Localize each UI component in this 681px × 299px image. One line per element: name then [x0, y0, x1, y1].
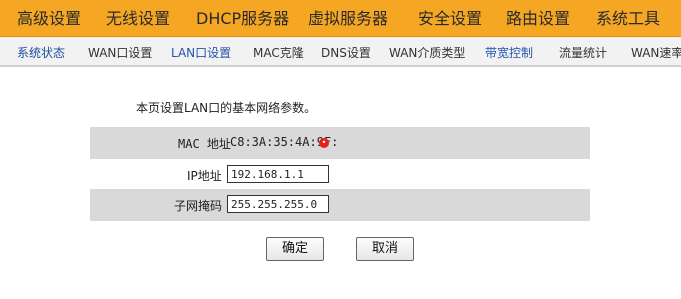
ip-address-row: IP地址 [90, 159, 590, 191]
top-menu-bar: 高级设置 无线设置 DHCP服务器 虚拟服务器 安全设置 路由设置 系统工具 [0, 0, 681, 37]
lan-settings-panel: 本页设置LAN口的基本网络参数。 MAC 地址 C8:3A:35:4A:9F: … [3, 67, 678, 299]
sub-menu-wan-media-type[interactable]: WAN介质类型 [389, 45, 465, 61]
menu-advanced-settings[interactable]: 高级设置 [17, 8, 81, 30]
menu-system-tools[interactable]: 系统工具 [596, 8, 660, 30]
ip-address-label: IP地址 [187, 169, 222, 183]
ip-address-input[interactable] [227, 165, 329, 183]
subnet-mask-label: 子网掩码 [174, 199, 223, 213]
sub-menu-system-status[interactable]: 系统状态 [17, 45, 65, 61]
cancel-button[interactable]: 取消 [356, 237, 414, 261]
sub-menu-wan-speed[interactable]: WAN速率 [631, 45, 681, 61]
sub-menu-lan-settings[interactable]: LAN口设置 [171, 45, 231, 61]
menu-wireless-settings[interactable]: 无线设置 [106, 8, 170, 30]
menu-dhcp-server[interactable]: DHCP服务器 [196, 8, 289, 30]
sub-menu-traffic-stats[interactable]: 流量统计 [559, 45, 607, 61]
subnet-mask-row: 子网掩码 [90, 189, 590, 221]
notification-dot-icon: • [319, 138, 329, 148]
menu-routing-settings[interactable]: 路由设置 [506, 8, 570, 30]
sub-menu-mac-clone[interactable]: MAC克隆 [253, 45, 304, 61]
menu-security-settings[interactable]: 安全设置 [418, 8, 482, 30]
sub-menu-wan-settings[interactable]: WAN口设置 [88, 45, 152, 61]
mac-address-row: MAC 地址 C8:3A:35:4A:9F: • [90, 127, 590, 159]
mac-address-label: MAC 地址 [178, 137, 231, 151]
sub-menu-dns-settings[interactable]: DNS设置 [321, 45, 371, 61]
ok-button[interactable]: 确定 [266, 237, 324, 261]
sub-menu-bar: 系统状态 WAN口设置 LAN口设置 MAC克隆 DNS设置 WAN介质类型 带… [0, 37, 681, 67]
subnet-mask-input[interactable] [227, 195, 329, 213]
page-description: 本页设置LAN口的基本网络参数。 [136, 101, 317, 115]
menu-virtual-server[interactable]: 虚拟服务器 [308, 8, 388, 30]
sub-menu-bandwidth-control[interactable]: 带宽控制 [485, 45, 533, 61]
